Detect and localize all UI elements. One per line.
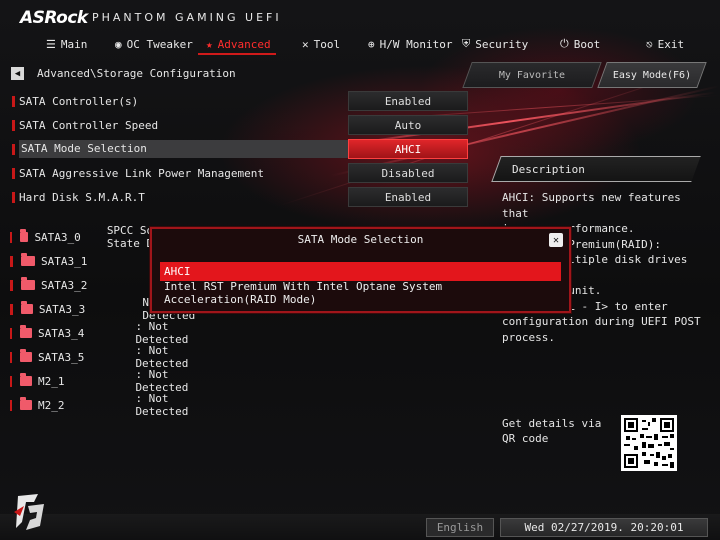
setting-value-sata-controllers[interactable]: Enabled (348, 91, 468, 111)
drive-name: SATA3_3 (38, 302, 86, 316)
folder-icon (20, 325, 33, 338)
row-marker (10, 327, 13, 339)
shield-icon: ⛨ (462, 37, 471, 50)
tab-oc-tweaker-label: OC Tweaker (126, 37, 193, 51)
row-marker (10, 399, 13, 411)
drive-name: M2_2 (38, 398, 65, 412)
datetime-display: Wed 02/27/2019. 20:20:01 (500, 518, 708, 537)
drive-value: : Not Detected (135, 392, 189, 418)
drive-name: SATA3_5 (38, 350, 85, 364)
qr-caption: Get details via QR code (502, 417, 602, 445)
tab-exit-label: Exit (657, 37, 685, 51)
row-marker (10, 279, 13, 291)
drive-name: SATA3_1 (41, 254, 88, 268)
row-marker (10, 351, 13, 363)
active-tab-indicator (198, 53, 276, 55)
list-icon: ☰ (46, 37, 56, 51)
monitor-icon: ⊕ (368, 37, 375, 51)
close-icon[interactable]: ✕ (549, 233, 563, 247)
tab-hw-monitor-label: H/W Monitor (379, 37, 453, 51)
tab-tool[interactable]: ✕ Tool (302, 34, 340, 54)
power-icon: ⏻ (560, 37, 569, 50)
star-icon: ★ (206, 37, 213, 51)
tab-main[interactable]: ☰ Main (46, 34, 87, 54)
tab-hw-monitor[interactable]: ⊕ H/W Monitor (368, 34, 452, 54)
drive-name: M2_1 (38, 374, 65, 388)
drive-sata3-4: SATA3_4 : Not Detected (10, 320, 212, 346)
folder-icon (20, 397, 33, 410)
phantom-gaming-logo (12, 492, 48, 532)
tab-boot[interactable]: ⏻ Boot (560, 34, 600, 54)
folder-icon (21, 253, 35, 266)
tab-advanced[interactable]: ★ Advanced (206, 34, 271, 54)
setting-value-sata-controller-speed[interactable]: Auto (348, 115, 468, 135)
tab-security[interactable]: ⛨ Security (462, 34, 528, 54)
tab-oc-tweaker[interactable]: ◉ OC Tweaker (115, 34, 193, 54)
my-favorite-label: My Favorite (498, 69, 566, 81)
easy-mode-button[interactable]: Easy Mode(F6) (597, 62, 707, 88)
drive-value: : Not Detected (135, 368, 189, 394)
drive-name: SATA3_0 (34, 230, 81, 244)
folder-icon (19, 229, 29, 242)
row-marker (10, 375, 13, 387)
tab-security-label: Security (475, 37, 529, 51)
top-nav: ☰ Main ◉ OC Tweaker ★ Advanced ✕ Tool ⊕ … (0, 34, 720, 54)
row-marker (12, 95, 15, 107)
brand-logo: ASRock (20, 8, 88, 28)
flame-icon: ◉ (115, 37, 122, 51)
row-marker (12, 143, 15, 155)
back-arrow-icon[interactable]: ◀ (11, 67, 24, 80)
row-marker (10, 303, 13, 315)
brand-product: PHANTOM GAMING UEFI (92, 11, 282, 24)
dialog-title: SATA Mode Selection (297, 233, 424, 246)
option-ahci[interactable]: AHCI (160, 262, 561, 281)
drive-m2-1: M2_1 : Not Detected (10, 368, 212, 394)
drive-sata3-1: SATA3_1 (10, 252, 159, 270)
setting-value-hard-disk-smart[interactable]: Enabled (348, 187, 468, 207)
row-marker (12, 119, 15, 131)
qr-code-icon (621, 415, 677, 471)
tab-boot-label: Boot (573, 37, 601, 51)
tab-main-label: Main (60, 37, 88, 51)
tab-advanced-label: Advanced (217, 37, 271, 51)
drive-value: : Not Detected (135, 344, 189, 370)
row-marker (12, 167, 15, 179)
drive-name: SATA3_4 (38, 326, 85, 340)
exit-icon: ⎋ (646, 37, 653, 51)
tools-icon: ✕ (302, 37, 309, 51)
setting-value-sata-mode-selection[interactable]: AHCI (348, 139, 468, 159)
drive-m2-2: M2_2 : Not Detected (10, 392, 212, 418)
language-button[interactable]: English (426, 518, 494, 537)
drive-value: : Not Detected (135, 320, 189, 346)
setting-value-sata-aggressive-lpm[interactable]: Disabled (348, 163, 468, 183)
folder-icon (20, 373, 33, 386)
drive-name: SATA3_2 (41, 278, 88, 292)
row-marker (10, 255, 13, 267)
easy-mode-label: Easy Mode(F6) (612, 69, 692, 81)
tab-exit[interactable]: ⎋ Exit (646, 34, 684, 54)
row-marker (12, 191, 15, 203)
option-raid-mode[interactable]: Intel RST Premium With Intel Optane Syst… (160, 280, 561, 306)
sata-mode-dialog: SATA Mode Selection ✕ AHCI Intel RST Pre… (150, 227, 571, 313)
drive-sata3-5: SATA3_5 : Not Detected (10, 344, 212, 370)
row-marker (10, 231, 12, 243)
my-favorite-button[interactable]: My Favorite (462, 62, 602, 88)
breadcrumb: Advanced\Storage Configuration (37, 67, 236, 80)
folder-icon (21, 277, 35, 290)
description-title: Description (512, 163, 585, 176)
folder-icon (20, 301, 33, 314)
tab-tool-label: Tool (313, 37, 341, 51)
drive-sata3-2: SATA3_2 (10, 276, 159, 294)
folder-icon (20, 349, 33, 362)
